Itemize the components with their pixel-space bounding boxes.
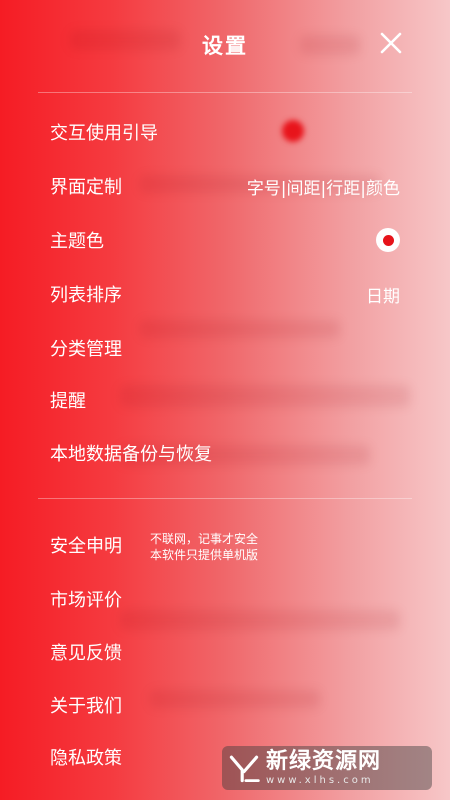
watermark: 新绿资源网 www.xlhs.com <box>222 746 432 790</box>
settings-item-market-review[interactable]: 市场评价 <box>50 579 400 619</box>
settings-item-interaction-guide[interactable]: 交互使用引导 <box>50 112 400 152</box>
settings-item-value: 字号|间距|行距|颜色 <box>246 178 400 199</box>
settings-item-about-us[interactable]: 关于我们 <box>50 685 400 725</box>
divider-middle <box>38 498 412 499</box>
settings-item-value: 日期 <box>366 286 400 307</box>
settings-item-label: 提醒 <box>50 391 86 412</box>
settings-item-feedback[interactable]: 意见反馈 <box>50 632 400 672</box>
security-note-line: 本软件只提供单机版 <box>150 548 259 562</box>
divider-top <box>38 92 412 93</box>
radio-dot-icon <box>382 234 394 246</box>
settings-item-label: 关于我们 <box>50 696 122 717</box>
theme-radio-selected[interactable] <box>376 228 400 252</box>
settings-item-label: 主题色 <box>50 231 104 252</box>
watermark-logo-icon <box>222 746 266 790</box>
security-note-line: 不联网，记事才安全 <box>150 532 259 546</box>
settings-item-label: 意见反馈 <box>50 643 122 664</box>
settings-item-reminder[interactable]: 提醒 <box>50 380 400 420</box>
settings-item-label: 本地数据备份与恢复 <box>50 444 212 465</box>
watermark-url: www.xlhs.com <box>266 774 374 786</box>
close-button[interactable] <box>378 30 404 56</box>
close-icon <box>380 32 402 54</box>
settings-item-label: 安全申明 <box>50 536 122 557</box>
settings-item-ui-customize[interactable]: 界面定制 字号|间距|行距|颜色 <box>50 166 400 206</box>
settings-item-backup-restore[interactable]: 本地数据备份与恢复 <box>50 433 400 473</box>
settings-item-label: 交互使用引导 <box>50 123 158 144</box>
watermark-text: 新绿资源网 <box>266 748 382 774</box>
settings-item-label: 界面定制 <box>50 177 122 198</box>
header: 设置 <box>0 0 450 92</box>
settings-item-label: 市场评价 <box>50 590 122 611</box>
settings-item-label: 隐私政策 <box>50 748 122 769</box>
settings-item-category[interactable]: 分类管理 <box>50 328 400 368</box>
settings-item-theme-color[interactable]: 主题色 <box>50 220 400 260</box>
settings-item-label: 列表排序 <box>50 285 122 306</box>
security-note: 不联网，记事才安全 本软件只提供单机版 <box>150 531 258 563</box>
settings-item-label: 分类管理 <box>50 339 122 360</box>
settings-item-list-sort[interactable]: 列表排序 日期 <box>50 274 400 314</box>
